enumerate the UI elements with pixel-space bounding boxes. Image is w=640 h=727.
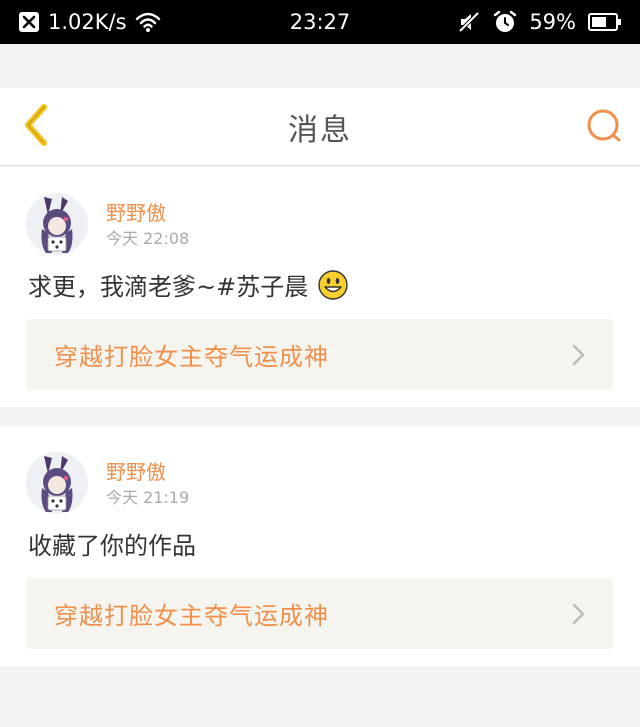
- status-left: 1.02K/s: [18, 0, 161, 44]
- book-link[interactable]: 穿越打脸女主夺气运成神: [26, 578, 613, 649]
- battery-icon: [588, 12, 622, 32]
- message-time: 今天 21:19: [106, 488, 190, 507]
- book-link[interactable]: 穿越打脸女主夺气运成神: [26, 319, 613, 390]
- close-box-icon: [18, 11, 40, 33]
- search-button[interactable]: [582, 106, 626, 150]
- message-content: 收藏了你的作品: [28, 532, 196, 560]
- net-speed: 1.02K/s: [48, 10, 127, 34]
- chevron-right-icon: [567, 343, 589, 367]
- book-title: 穿越打脸女主夺气运成神: [54, 602, 329, 630]
- message-content: 求更，我滴老爹~#苏子晨: [28, 273, 309, 301]
- search-icon: [585, 107, 623, 149]
- status-right: 59%: [457, 0, 622, 44]
- mute-icon: [457, 10, 481, 34]
- battery-percent: 59%: [529, 10, 576, 34]
- message-card: 野野傲 今天 21:19 收藏了你的作品 穿越打脸女主夺气运成神: [0, 426, 640, 666]
- book-title: 穿越打脸女主夺气运成神: [54, 343, 329, 371]
- message-time: 今天 22:08: [106, 229, 190, 248]
- username[interactable]: 野野傲: [106, 456, 166, 485]
- message-text: 收藏了你的作品: [28, 526, 196, 561]
- avatar[interactable]: [26, 193, 88, 255]
- status-bar: 1.02K/s 23:27 59%: [0, 0, 640, 44]
- clock: 23:27: [289, 10, 351, 34]
- avatar[interactable]: [26, 452, 88, 514]
- message-text: 求更，我滴老爹~#苏子晨: [28, 267, 348, 302]
- smiley-icon: [318, 269, 348, 300]
- username[interactable]: 野野傲: [106, 197, 166, 226]
- alarm-icon: [493, 10, 517, 34]
- wifi-icon: [135, 11, 161, 33]
- message-card: 野野傲 今天 22:08 求更，我滴老爹~#苏子晨 穿越打脸女主夺气运成神: [0, 167, 640, 407]
- header: 消息: [0, 88, 640, 166]
- chevron-right-icon: [567, 602, 589, 626]
- page-title: 消息: [288, 113, 352, 148]
